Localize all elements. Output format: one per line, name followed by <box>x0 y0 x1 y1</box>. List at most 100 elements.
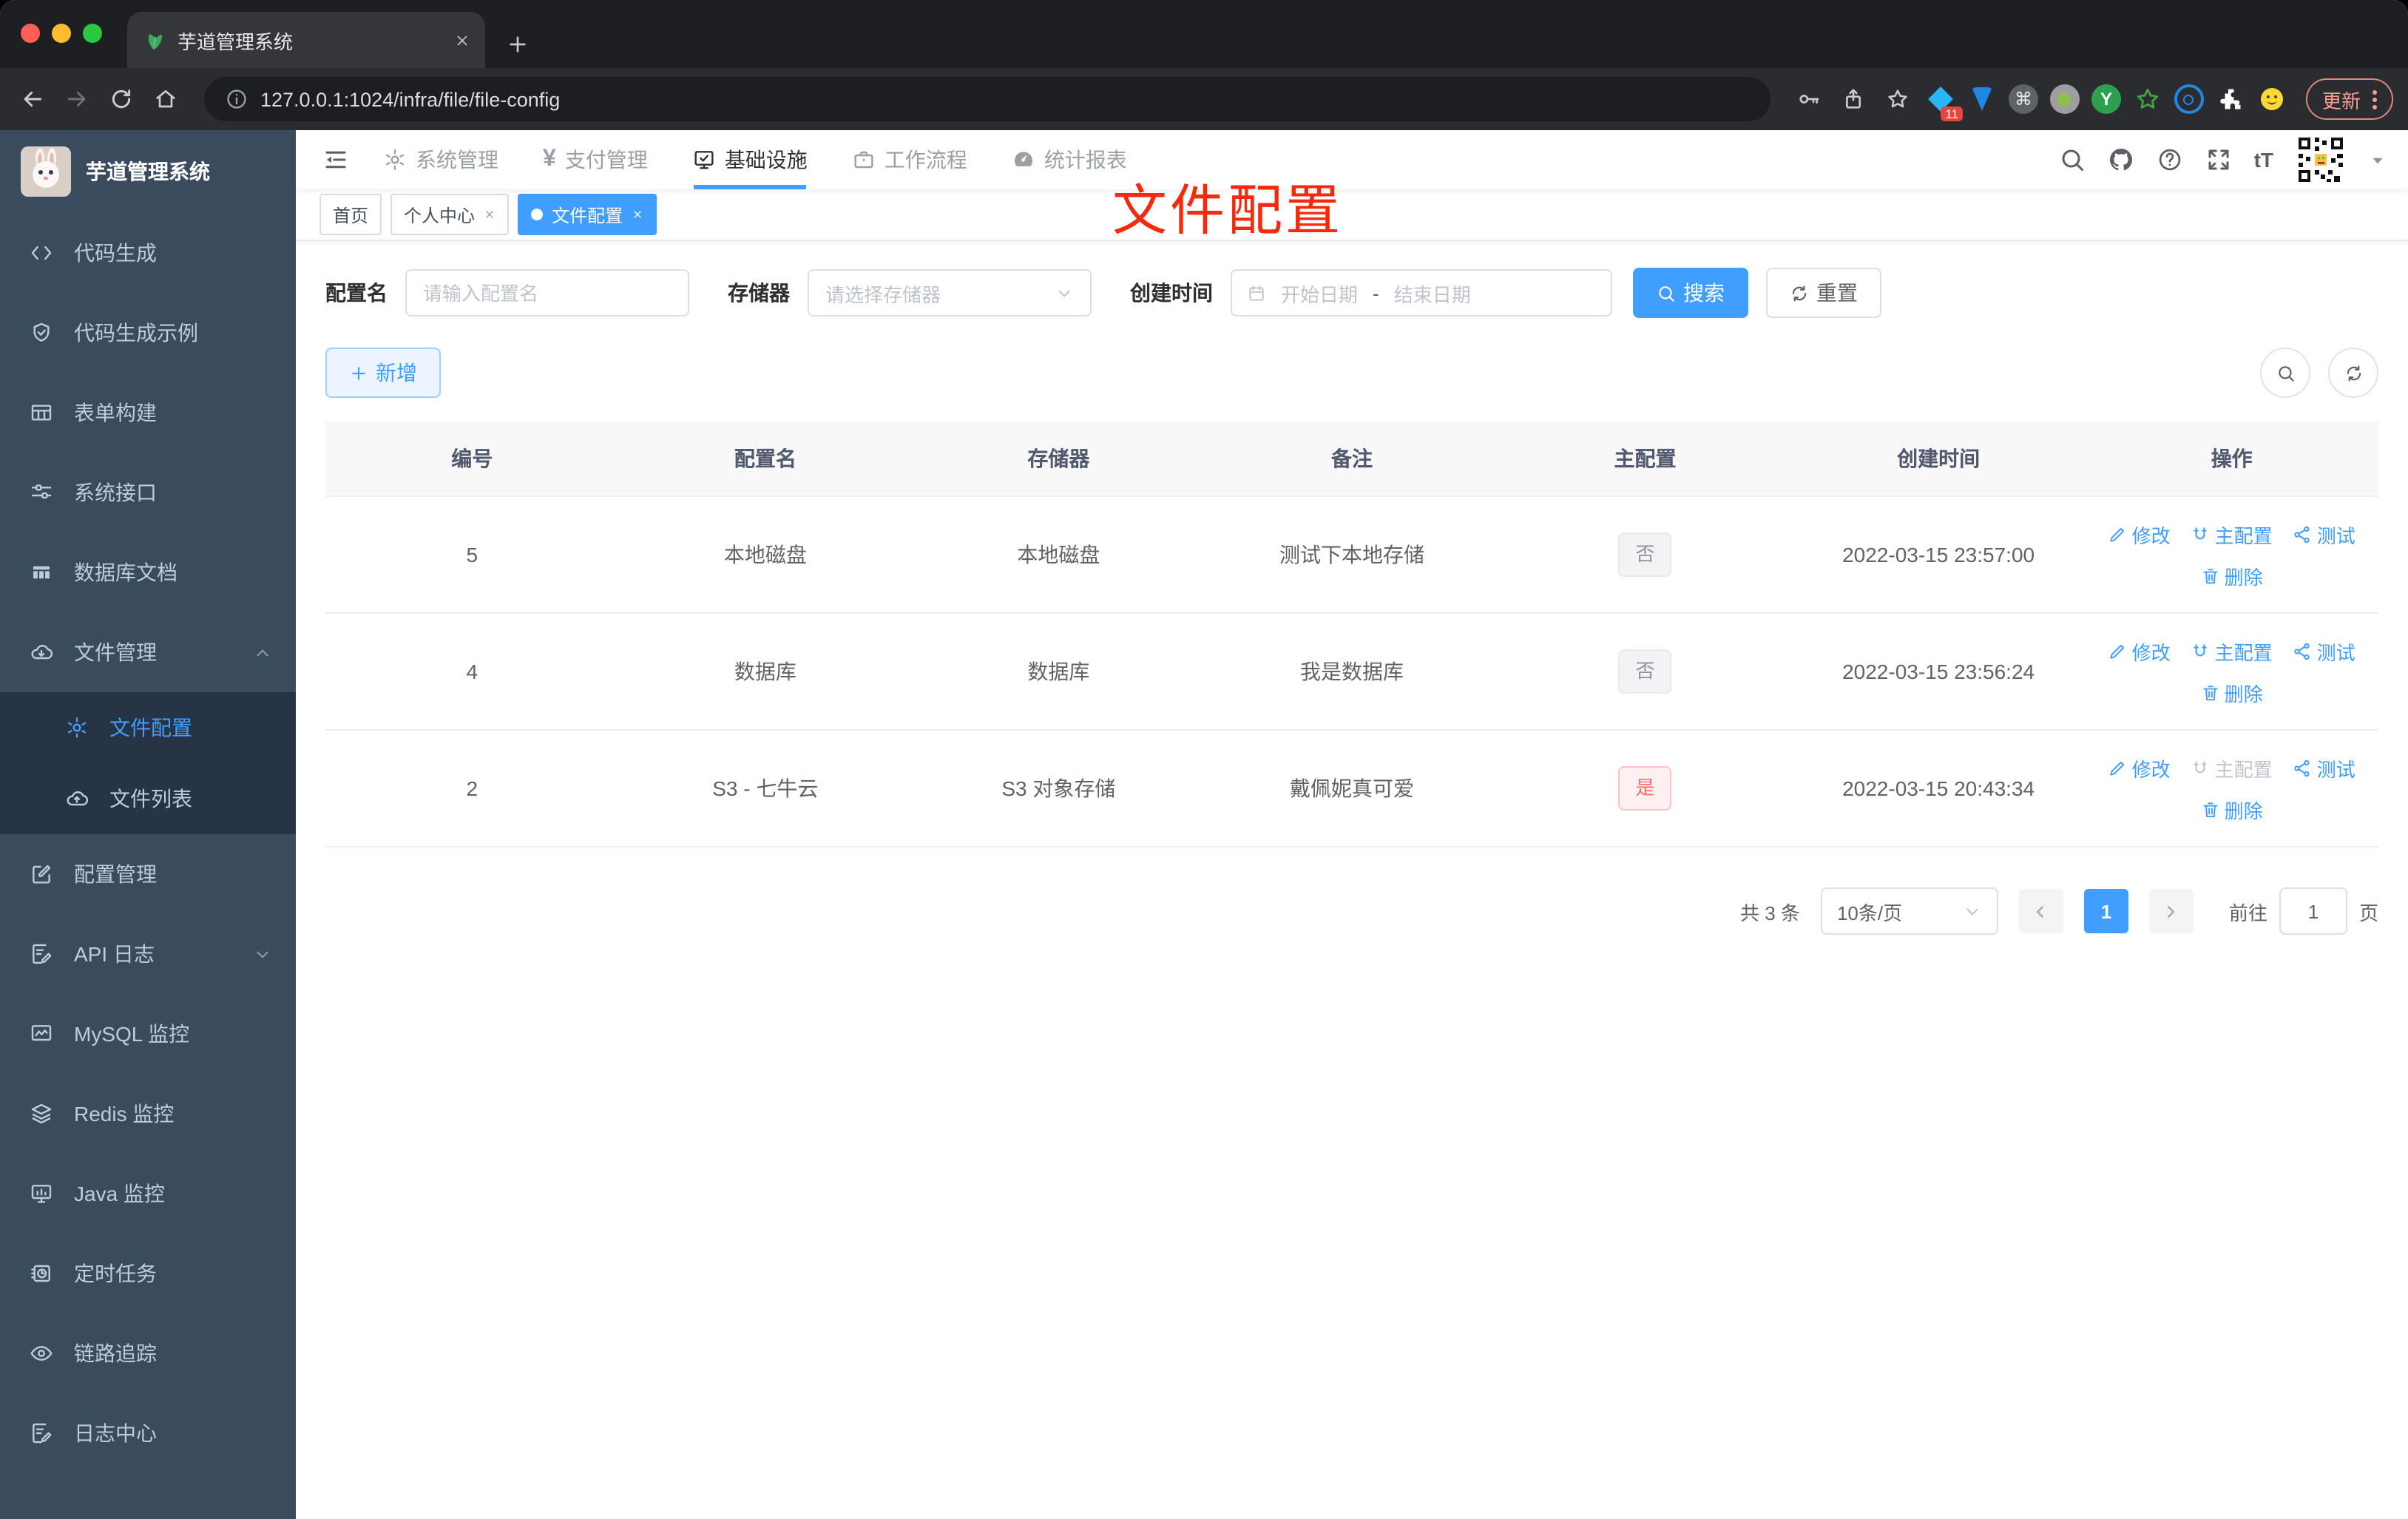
goto-label: 前往 <box>2228 901 2267 924</box>
tag-close-icon[interactable] <box>632 209 643 220</box>
search-button[interactable]: 搜索 <box>1633 268 1748 318</box>
window-close-button[interactable] <box>21 24 40 43</box>
master-link[interactable]: 主配置 <box>2191 520 2273 548</box>
tag-home[interactable]: 首页 <box>319 194 382 235</box>
timer-icon <box>30 1262 53 1285</box>
extension-kite-icon[interactable] <box>1966 83 1998 115</box>
new-tab-button[interactable] <box>506 33 530 56</box>
extension-command-icon[interactable]: ⌘ <box>2007 83 2040 115</box>
nav-item-system[interactable]: 系统管理 <box>361 130 521 189</box>
share-icon <box>2293 524 2313 544</box>
test-link[interactable]: 测试 <box>2293 520 2355 548</box>
sidebar-item-mysql-monitor[interactable]: MySQL 监控 <box>0 994 296 1074</box>
sliders-icon <box>30 481 53 504</box>
prev-page-button[interactable] <box>2018 889 2063 933</box>
forward-button[interactable] <box>59 81 95 117</box>
sidebar-item-db-doc[interactable]: 数据库文档 <box>0 532 296 612</box>
tab-close-icon[interactable] <box>454 32 470 48</box>
delete-link[interactable]: 删除 <box>2201 795 2263 823</box>
password-key-icon[interactable] <box>1791 81 1827 117</box>
font-size-icon[interactable]: tT <box>2254 148 2273 172</box>
extensions-puzzle-icon[interactable] <box>2214 83 2247 115</box>
site-info-icon[interactable] <box>225 87 248 111</box>
sidebar-item-form-builder[interactable]: 表单构建 <box>0 373 296 453</box>
test-link[interactable]: 测试 <box>2293 754 2355 782</box>
add-button[interactable]: 新增 <box>325 348 441 398</box>
goto-page-input[interactable] <box>2279 887 2347 935</box>
page-size-select[interactable]: 10条/页 <box>1820 887 1998 935</box>
sidebar-item-code-gen[interactable]: 代码生成 <box>0 213 296 293</box>
sidebar-item-file-manage[interactable]: 文件管理 <box>0 612 296 692</box>
sidebar-item-file-list[interactable]: 文件列表 <box>0 763 296 834</box>
extension-star-icon[interactable] <box>2131 83 2164 115</box>
edit-link[interactable]: 修改 <box>2108 754 2171 782</box>
col-created: 创建时间 <box>1791 422 2086 496</box>
extension-diamond-icon[interactable]: 11 <box>1924 83 1963 121</box>
test-link[interactable]: 测试 <box>2293 637 2355 665</box>
window-minimize-button[interactable] <box>52 24 71 43</box>
home-button[interactable] <box>148 81 183 117</box>
sidebar-submenu-file: 文件配置 文件列表 <box>0 692 296 834</box>
help-icon[interactable] <box>2157 146 2183 173</box>
nav-item-pay[interactable]: ¥ 支付管理 <box>521 130 670 189</box>
tag-profile[interactable]: 个人中心 <box>390 194 510 235</box>
extension-rings-icon[interactable] <box>2173 83 2205 115</box>
sidebar-fold-icon[interactable] <box>311 146 361 173</box>
sidebar-item-code-demo[interactable]: 代码生成示例 <box>0 293 296 373</box>
sidebar-logo-row[interactable]: 芋道管理系统 <box>0 130 296 213</box>
monitor-check-icon <box>692 148 716 172</box>
sidebar-item-system-api[interactable]: 系统接口 <box>0 453 296 532</box>
calendar-icon <box>1247 283 1266 302</box>
browser-menu-icon[interactable] <box>2373 89 2377 109</box>
delete-link[interactable]: 删除 <box>2201 561 2263 589</box>
chevron-down-icon <box>253 944 272 964</box>
edit-link[interactable]: 修改 <box>2108 637 2171 665</box>
back-button[interactable] <box>15 81 50 117</box>
github-icon[interactable] <box>2108 146 2134 173</box>
tag-file-config[interactable]: 文件配置 <box>518 194 657 235</box>
master-link[interactable]: 主配置 <box>2191 637 2273 665</box>
end-date-placeholder: 结束日期 <box>1393 283 1471 305</box>
extension-dot-icon[interactable] <box>2049 83 2081 115</box>
briefcase-icon <box>852 148 876 172</box>
delete-link[interactable]: 删除 <box>2201 678 2263 706</box>
update-label: 更新 <box>2321 89 2361 112</box>
tag-close-icon[interactable] <box>484 209 496 220</box>
extension-y-icon[interactable]: Y <box>2090 83 2123 115</box>
address-bar[interactable]: 127.0.0.1:1024/infra/file/file-config <box>204 77 1771 121</box>
reload-button[interactable] <box>104 81 139 117</box>
sidebar-item-api-log[interactable]: API 日志 <box>0 914 296 994</box>
nav-item-workflow[interactable]: 工作流程 <box>830 130 990 189</box>
sidebar-item-trace[interactable]: 链路追踪 <box>0 1313 296 1393</box>
current-page[interactable]: 1 <box>2083 889 2128 933</box>
date-range-picker[interactable]: 开始日期 - 结束日期 <box>1231 269 1612 317</box>
config-name-input[interactable] <box>405 269 689 317</box>
fullscreen-icon[interactable] <box>2205 146 2232 173</box>
trash-icon <box>2201 799 2220 819</box>
storage-select[interactable]: 请选择存储器 <box>808 269 1092 317</box>
sidebar-item-config-manage[interactable]: 配置管理 <box>0 834 296 914</box>
nav-item-infra[interactable]: 基础设施 <box>670 130 830 189</box>
sidebar-item-scheduled-task[interactable]: 定时任务 <box>0 1234 296 1313</box>
bookmark-star-icon[interactable] <box>1880 81 1915 117</box>
user-avatar[interactable] <box>2296 135 2346 185</box>
avatar-caret-icon[interactable] <box>2368 150 2387 169</box>
window-controls[interactable] <box>21 24 102 43</box>
toggle-search-button[interactable] <box>2260 348 2310 398</box>
sidebar-item-file-config[interactable]: 文件配置 <box>0 692 296 763</box>
share-icon[interactable] <box>1836 81 1871 117</box>
edit-link[interactable]: 修改 <box>2108 520 2171 548</box>
search-icon[interactable] <box>2059 146 2086 173</box>
profile-avatar-icon[interactable] <box>2256 83 2288 115</box>
browser-update-button[interactable]: 更新 <box>2305 78 2393 120</box>
gear-icon <box>383 148 407 172</box>
sidebar-item-log-center[interactable]: 日志中心 <box>0 1393 296 1473</box>
refresh-table-button[interactable] <box>2328 348 2378 398</box>
sidebar-item-java-monitor[interactable]: Java 监控 <box>0 1154 296 1234</box>
sidebar-item-redis-monitor[interactable]: Redis 监控 <box>0 1074 296 1154</box>
table-row: 5 本地磁盘 本地磁盘 测试下本地存储 否 2022-03-15 23:57:0… <box>325 495 2378 614</box>
window-zoom-button[interactable] <box>83 24 102 43</box>
browser-tab[interactable]: 芋道管理系统 <box>127 12 485 68</box>
reset-button[interactable]: 重置 <box>1766 268 1881 318</box>
next-page-button[interactable] <box>2148 889 2194 933</box>
